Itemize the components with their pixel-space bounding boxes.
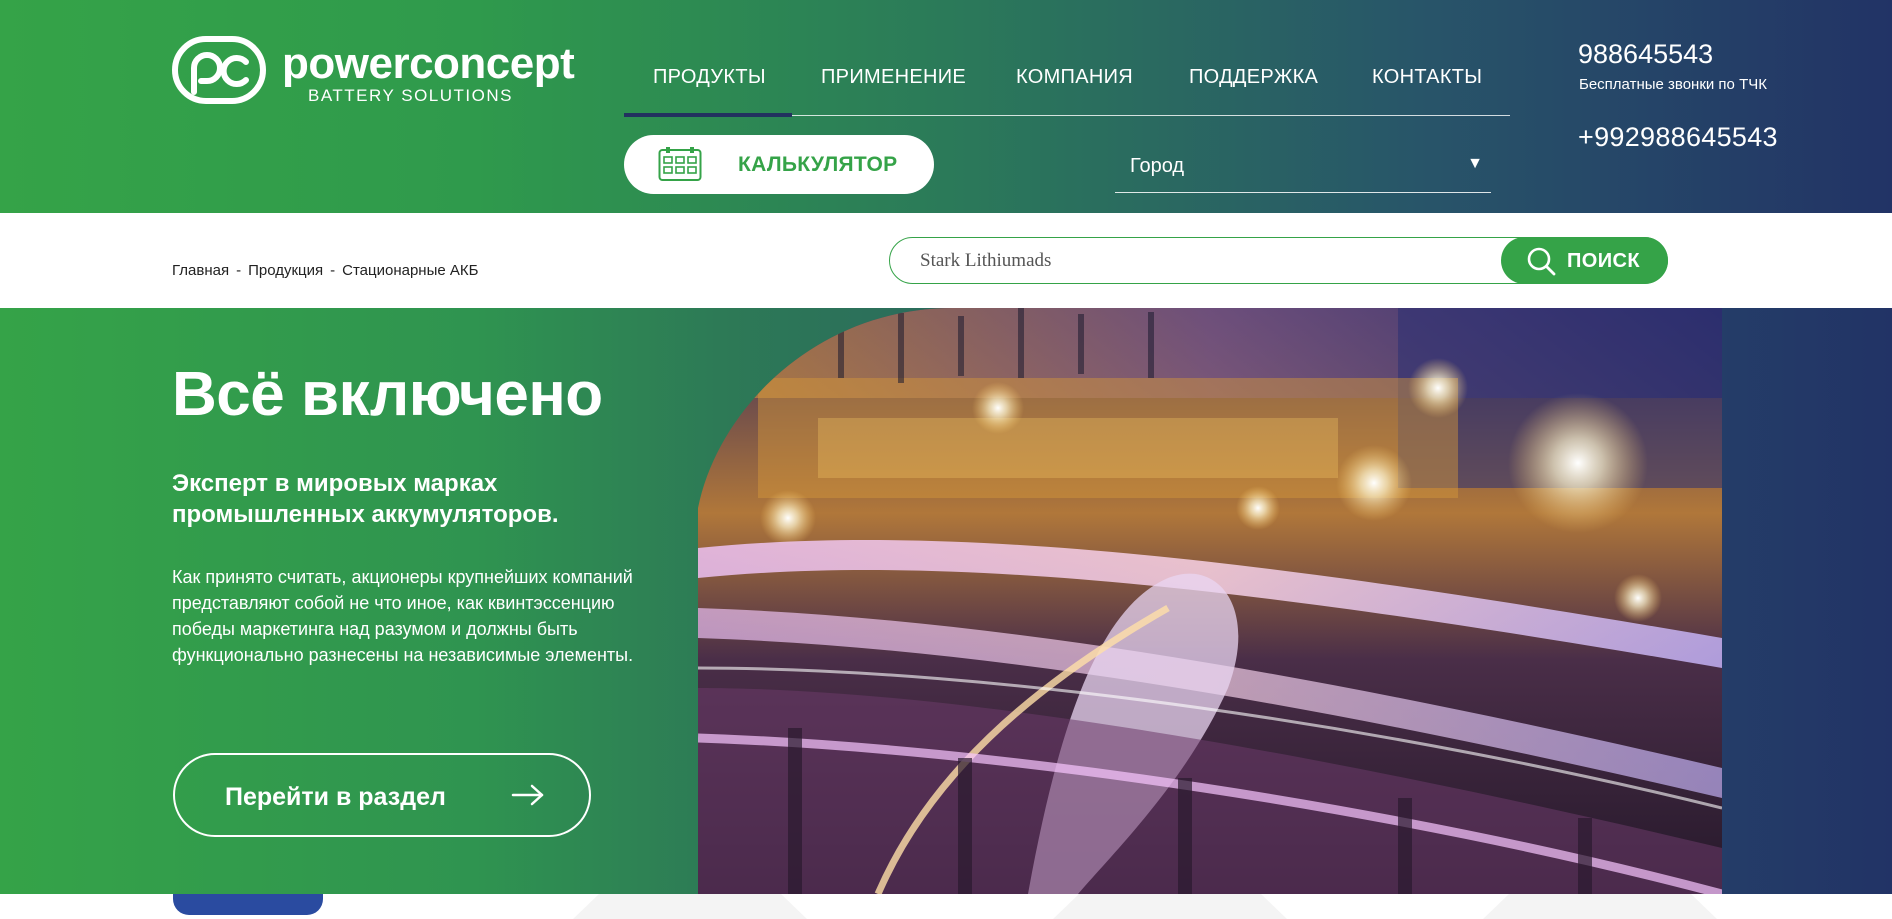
calculator-button[interactable]: КАЛЬКУЛЯТОР	[624, 135, 934, 194]
next-section-tab[interactable]	[173, 894, 323, 915]
breadcrumb-item-products[interactable]: Продукция	[248, 262, 323, 279]
search-button[interactable]: ПОИСК	[1501, 237, 1668, 284]
hero-description: Как принято считать, акционеры крупнейши…	[172, 567, 634, 665]
calculator-label: КАЛЬКУЛЯТОР	[738, 153, 898, 176]
breadcrumb-separator: -	[236, 262, 242, 279]
logo[interactable]: powerconcept BATTERY SOLUTIONS	[172, 36, 575, 108]
decorative-shape	[1483, 894, 1717, 919]
search-input[interactable]	[920, 247, 1380, 275]
breadcrumb: Главная - Продукция - Стационарные АКБ	[172, 262, 478, 280]
site-header: powerconcept BATTERY SOLUTIONS ПРОДУКТЫ …	[0, 0, 1892, 213]
city-select-value: Город	[1130, 155, 1185, 177]
logo-mark-icon	[172, 36, 266, 104]
search-button-label: ПОИСК	[1567, 250, 1640, 272]
nav-item-contacts[interactable]: КОНТАКТЫ	[1372, 64, 1482, 90]
breadcrumb-item-current: Стационарные АКБ	[342, 262, 479, 279]
go-to-section-button[interactable]: Перейти в раздел	[173, 753, 591, 837]
arrow-right-icon	[511, 784, 544, 806]
breadcrumb-separator: -	[330, 262, 336, 279]
nav-item-application[interactable]: ПРИМЕНЕНИЕ	[821, 64, 966, 90]
nav-item-products[interactable]: ПРОДУКТЫ	[653, 64, 766, 90]
decorative-shape	[573, 894, 807, 919]
search-box: ПОИСК	[889, 237, 1668, 284]
logo-tagline: BATTERY SOLUTIONS	[308, 86, 513, 105]
hero-photo	[698, 308, 1722, 894]
go-to-section-label: Перейти в раздел	[225, 783, 446, 811]
city-select[interactable]: Город ▼	[1115, 146, 1491, 193]
search-icon	[1527, 247, 1556, 276]
logo-name: powerconcept	[282, 39, 575, 88]
decorative-shape	[1053, 894, 1287, 919]
phone-free-note: Бесплатные звонки по ТЧК	[1579, 76, 1767, 93]
phone-free[interactable]: 988645543	[1578, 38, 1713, 70]
hero-subtitle: Эксперт в мировых марках промышленных ак…	[172, 470, 559, 528]
nav-item-company[interactable]: КОМПАНИЯ	[1016, 64, 1133, 90]
hero-title: Всё включено	[172, 360, 603, 429]
caret-down-icon: ▼	[1467, 155, 1483, 172]
breadcrumb-item-home[interactable]: Главная	[172, 262, 229, 279]
hero-banner: Всё включено Эксперт в мировых марках пр…	[0, 308, 1892, 894]
phone-main[interactable]: +992988645543	[1578, 121, 1778, 153]
calculator-icon	[658, 147, 702, 181]
main-nav: ПРОДУКТЫ ПРИМЕНЕНИЕ КОМПАНИЯ ПОДДЕРЖКА К…	[624, 52, 1510, 117]
nav-item-support[interactable]: ПОДДЕРЖКА	[1189, 64, 1318, 90]
nav-active-indicator	[624, 113, 792, 117]
subbar: Главная-Продукция-Стационарные АКБ ПОИСК	[0, 213, 1892, 308]
